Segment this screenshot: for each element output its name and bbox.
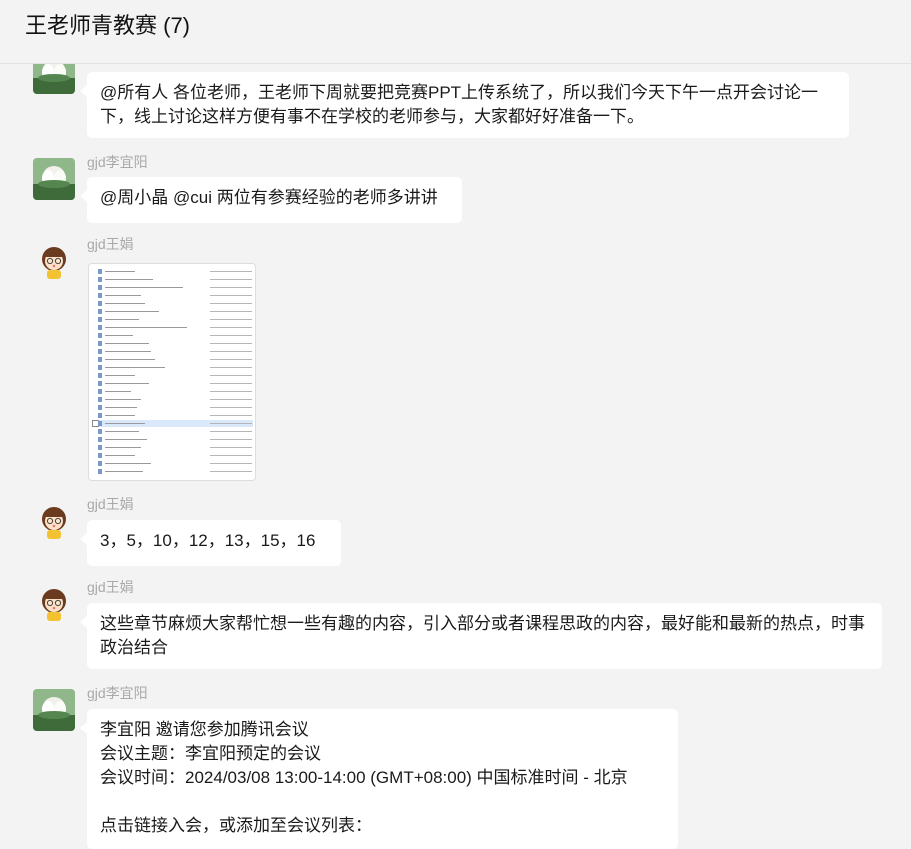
file-row (93, 356, 253, 363)
message-bubble[interactable]: @所有人 各位老师，王老师下周就要把竞赛PPT上传系统了，所以我们今天下午一点开… (80, 72, 849, 138)
file-row (93, 372, 253, 379)
file-row (93, 428, 253, 435)
message-text: @周小晶 @cui 两位有参赛经验的老师多讲讲 (100, 188, 438, 207)
cartoon-girl-avatar-icon[interactable] (33, 582, 75, 624)
chat-header: 王老师青教赛 (7) (0, 0, 911, 64)
invite-join-link-text[interactable]: 点击链接入会，或添加至会议列表： (100, 814, 665, 838)
file-row (93, 452, 253, 459)
sender-name[interactable]: gjd王娟 (87, 236, 134, 252)
message-text: 3，5，10，12，13，15，16 (100, 531, 316, 550)
file-row (93, 396, 253, 403)
sender-name[interactable]: gjd王娟 (87, 496, 134, 512)
sender-name[interactable]: gjd王娟 (87, 579, 134, 595)
message-bubble[interactable]: @周小晶 @cui 两位有参赛经验的老师多讲讲 (80, 177, 462, 223)
file-row (93, 348, 253, 355)
file-row (93, 364, 253, 371)
sender-name[interactable]: gjd李宜阳 (87, 685, 148, 701)
meeting-invite-bubble[interactable]: 李宜阳 邀请您参加腾讯会议 会议主题：李宜阳预定的会议 会议时间：2024/03… (80, 709, 678, 849)
file-row (93, 332, 253, 339)
cartoon-girl-avatar-icon[interactable] (33, 240, 75, 282)
invite-topic: 会议主题：李宜阳预定的会议 (100, 744, 321, 763)
file-row (93, 308, 253, 315)
file-row (93, 388, 253, 395)
invite-line: 李宜阳 邀请您参加腾讯会议 (100, 720, 309, 739)
file-row (93, 460, 253, 467)
file-row (93, 404, 253, 411)
invite-time: 会议时间：2024/03/08 13:00-14:00 (GMT+08:00) … (100, 768, 628, 787)
file-row (93, 412, 253, 419)
sender-name[interactable]: gjd李宜阳 (87, 154, 148, 170)
file-row (93, 300, 253, 307)
lotus-avatar-icon[interactable] (33, 689, 75, 731)
file-row (93, 292, 253, 299)
file-row (93, 340, 253, 347)
file-row (93, 316, 253, 323)
file-row (93, 436, 253, 443)
chat-title[interactable]: 王老师青教赛 (7) (25, 12, 190, 40)
file-row (93, 324, 253, 331)
message-text: 这些章节麻烦大家帮忙想一些有趣的内容，引入部分或者课程思政的内容，最好能和最新的… (100, 614, 865, 657)
file-list-screenshot-image[interactable] (88, 263, 256, 481)
invite-blank-line (100, 790, 665, 814)
file-row (93, 284, 253, 291)
message-bubble[interactable]: 这些章节麻烦大家帮忙想一些有趣的内容，引入部分或者课程思政的内容，最好能和最新的… (80, 603, 882, 669)
file-row (93, 444, 253, 451)
file-row (93, 468, 253, 475)
file-row (93, 268, 253, 275)
cartoon-girl-avatar-icon[interactable] (33, 500, 75, 542)
file-row (93, 380, 253, 387)
file-row-selected (92, 420, 253, 427)
file-row (93, 276, 253, 283)
lotus-avatar-icon[interactable] (33, 158, 75, 200)
message-bubble[interactable]: 3，5，10，12，13，15，16 (80, 520, 341, 566)
message-text: @所有人 各位老师，王老师下周就要把竞赛PPT上传系统了，所以我们今天下午一点开… (100, 83, 819, 126)
